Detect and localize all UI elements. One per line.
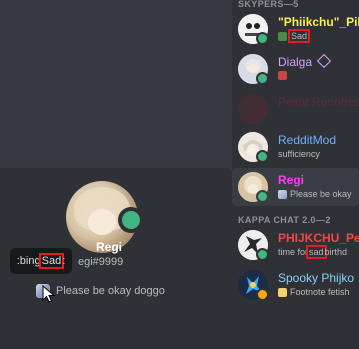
member-name: Peitat Renofresh (278, 95, 359, 109)
member-name: Dialga (278, 53, 332, 69)
tooltip-highlight: Sad (38, 253, 65, 269)
member-status-text: Please be okay (290, 189, 352, 199)
member-custom-status: time for sad birthd (278, 245, 348, 259)
avatar-art-face (88, 209, 116, 235)
status-dot-online (256, 72, 269, 85)
member-custom-status: Sad (278, 29, 311, 43)
status-highlight: Sad (287, 29, 311, 43)
member-item-phijkchu[interactable]: PHIJKCHU_Pe time for sad birthd (232, 226, 359, 264)
member-custom-status: sufficiency (278, 149, 320, 159)
member-avatar (238, 94, 268, 124)
memo-emoji-icon (278, 287, 287, 297)
status-emoji-icon (278, 189, 287, 199)
member-custom-status: Footnote fetish (278, 287, 350, 297)
status-dot-online (256, 248, 269, 261)
custom-status-text: Please be okay doggo (56, 285, 165, 297)
member-item-redditmod[interactable]: RedditMod sufficiency (232, 128, 359, 166)
status-suffix: birthd (324, 247, 348, 257)
member-name: "Phiikchu"_Pil (278, 15, 359, 29)
section-header-skypers: SKYPERS—5 (238, 0, 299, 9)
status-dot-idle (256, 288, 269, 301)
tooltip-prefix: :bing (16, 255, 41, 267)
tooltip-suffix: : (62, 255, 66, 267)
mouse-cursor-icon (42, 285, 56, 303)
member-item-phiikchu[interactable]: "Phiikchu"_Pil Sad (232, 10, 359, 48)
member-item-dialga[interactable]: Dialga (232, 50, 359, 88)
member-item-spooky-phijko[interactable]: Spooky Phijko Footnote fetish (232, 266, 359, 304)
nitro-badge-icon (317, 53, 332, 69)
status-dot-online (256, 190, 269, 203)
member-name: PHIJKCHU_Pe (278, 231, 359, 245)
status-prefix: time for (278, 247, 309, 257)
member-name: Spooky Phijko (278, 271, 355, 285)
section-header-kappa-chat: KAPPA CHAT 2.0—2 (238, 215, 331, 225)
member-custom-status: Please be okay (278, 189, 352, 199)
profile-discriminator: egi#9999 (78, 256, 124, 268)
member-name: RedditMod (278, 133, 337, 147)
member-item-offline[interactable]: Peitat Renofresh (232, 90, 359, 128)
member-custom-status (278, 71, 287, 80)
member-status-text: Footnote fetish (290, 287, 350, 297)
profile-username: Regi (95, 240, 122, 254)
member-item-regi[interactable]: Regi Please be okay (232, 168, 359, 206)
member-name: Regi (278, 173, 305, 187)
status-dot-online (256, 32, 269, 45)
member-name-text: Dialga (278, 55, 313, 69)
status-emoji-icon (278, 31, 287, 41)
online-status-dot (118, 207, 144, 233)
status-dot-online (256, 150, 269, 163)
member-list[interactable]: SKYPERS—5 "Phiikchu"_Pil Sad Dialga Peit… (232, 0, 359, 349)
status-highlight: sad (306, 245, 327, 259)
emoji-tooltip: :bing Sad: (10, 248, 72, 274)
status-emoji-icon (278, 71, 287, 80)
